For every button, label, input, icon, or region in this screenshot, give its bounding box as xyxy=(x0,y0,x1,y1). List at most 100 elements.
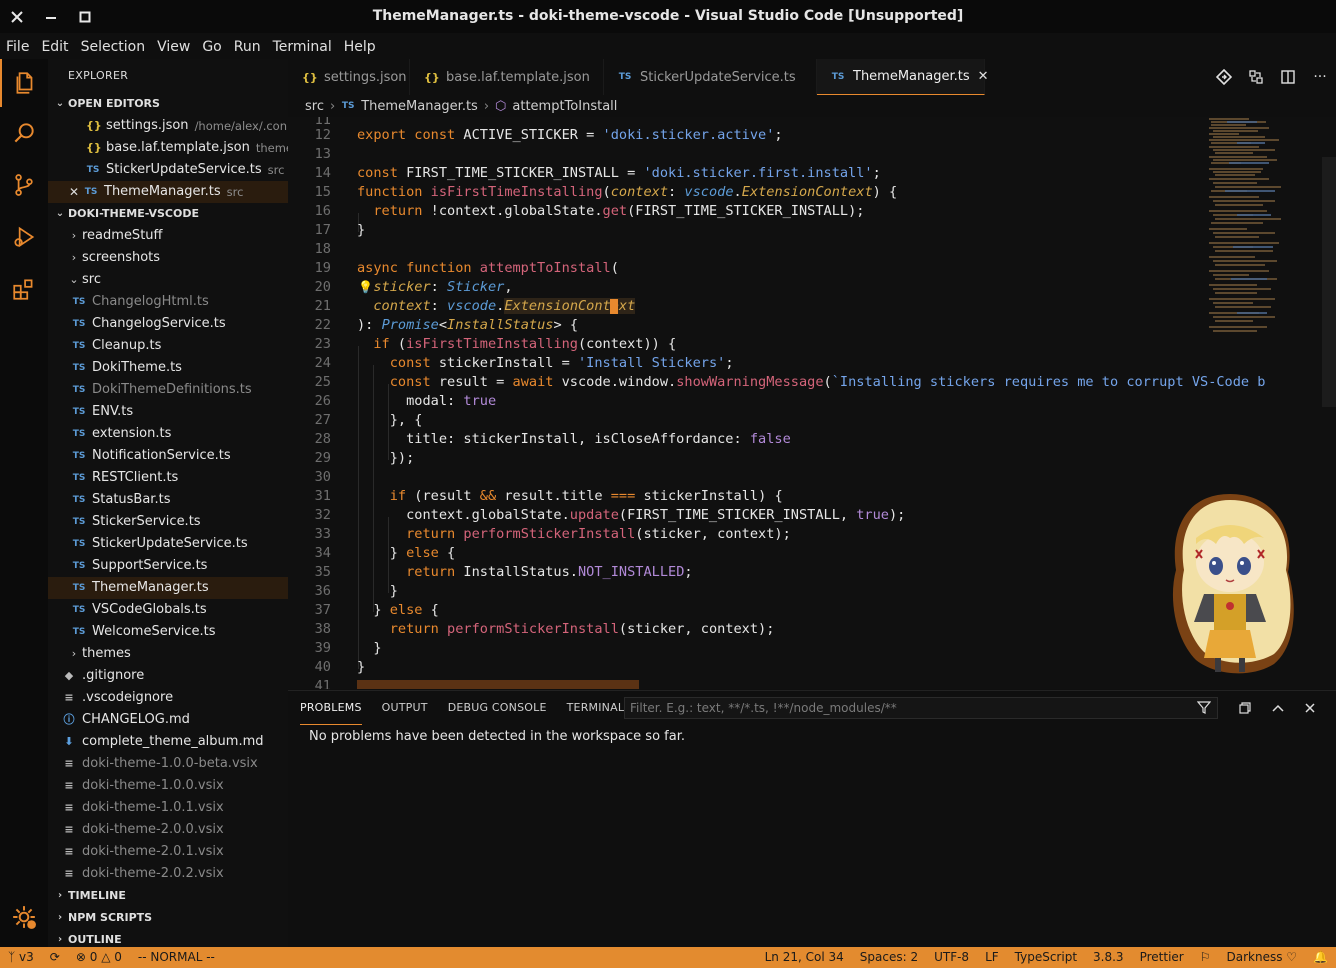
typescript-file-icon: TS xyxy=(84,187,98,197)
explorer-icon[interactable] xyxy=(0,59,48,107)
more-actions-icon[interactable]: ··· xyxy=(1304,59,1336,95)
branch-indicator[interactable]: ᛉ v3 xyxy=(0,947,42,968)
file-item[interactable]: TS WelcomeService.ts xyxy=(48,621,288,643)
menu-help[interactable]: Help xyxy=(338,36,382,58)
timeline-header[interactable]: › TIMELINE xyxy=(48,885,288,907)
folder-themes[interactable]: › themes xyxy=(48,643,288,665)
menu-terminal[interactable]: Terminal xyxy=(267,36,338,58)
problems-filter-input[interactable]: Filter. E.g.: text, **/*.ts, !**/node_mo… xyxy=(624,697,1218,719)
activity-bar xyxy=(0,59,48,947)
file-item[interactable]: TS VSCodeGlobals.ts xyxy=(48,599,288,621)
maximize-panel-icon[interactable] xyxy=(1234,697,1256,719)
folder-screenshots[interactable]: › screenshots xyxy=(48,247,288,269)
file-item[interactable]: TS StickerUpdateService.ts xyxy=(48,533,288,555)
file-item[interactable]: TS ENV.ts xyxy=(48,401,288,423)
cursor-position[interactable]: Ln 21, Col 34 xyxy=(757,947,852,968)
file-item[interactable]: TS NotificationService.ts xyxy=(48,445,288,467)
open-editor-item[interactable]: TS StickerUpdateService.ts src xyxy=(48,159,288,181)
theme-indicator[interactable]: Darkness ♡ xyxy=(1218,947,1305,968)
open-editor-item[interactable]: {} settings.json /home/alex/.con... xyxy=(48,115,288,137)
file-item[interactable]: ⬇ complete_theme_album.md xyxy=(48,731,288,753)
breadcrumb-file[interactable]: ThemeManager.ts xyxy=(361,99,478,114)
menu-view[interactable]: View xyxy=(151,36,196,58)
close-editor-icon[interactable]: ✕ xyxy=(68,181,80,203)
file-item[interactable]: TS Cleanup.ts xyxy=(48,335,288,357)
file-item[interactable]: TS RESTClient.ts xyxy=(48,467,288,489)
file-item[interactable]: TS ChangelogHtml.ts xyxy=(48,291,288,313)
end-of-line[interactable]: LF xyxy=(977,947,1007,968)
close-tab-icon[interactable]: ✕ xyxy=(978,69,989,84)
file-item[interactable]: ≡ doki-theme-1.0.0-beta.vsix xyxy=(48,753,288,775)
close-panel-icon[interactable] xyxy=(1299,697,1321,719)
tab-debug-console[interactable]: DEBUG CONSOLE xyxy=(448,691,547,725)
breadcrumb-symbol[interactable]: attemptToInstall xyxy=(512,99,617,114)
minimap[interactable] xyxy=(1207,117,1327,347)
project-header[interactable]: ⌄ DOKI-THEME-VSCODE xyxy=(48,203,288,225)
file-item[interactable]: TS StickerService.ts xyxy=(48,511,288,533)
formatter[interactable]: Prettier xyxy=(1132,947,1192,968)
tab-problems[interactable]: PROBLEMS xyxy=(300,691,362,725)
file-item[interactable]: ≡ .vscodeignore xyxy=(48,687,288,709)
menu-run[interactable]: Run xyxy=(228,36,267,58)
filter-icon[interactable] xyxy=(1196,700,1212,720)
split-editor-icon[interactable] xyxy=(1272,59,1304,95)
typescript-version[interactable]: 3.8.3 xyxy=(1085,947,1132,968)
file-item[interactable]: ◆ .gitignore xyxy=(48,665,288,687)
source-action-icon[interactable] xyxy=(1208,59,1240,95)
file-item[interactable]: TS SupportService.ts xyxy=(48,555,288,577)
open-editor-item[interactable]: {} base.laf.template.json theme... xyxy=(48,137,288,159)
menu-selection[interactable]: Selection xyxy=(75,36,152,58)
file-item[interactable]: ≡ doki-theme-1.0.0.vsix xyxy=(48,775,288,797)
indentation[interactable]: Spaces: 2 xyxy=(852,947,926,968)
tab-output[interactable]: OUTPUT xyxy=(382,691,428,725)
file-item[interactable]: TS ChangelogService.ts xyxy=(48,313,288,335)
typescript-file-icon: TS xyxy=(72,517,86,527)
run-debug-icon[interactable] xyxy=(0,213,48,261)
problems-indicator[interactable]: ⊗ 0 △ 0 xyxy=(68,947,130,968)
open-changes-icon[interactable] xyxy=(1240,59,1272,95)
chevron-up-icon[interactable] xyxy=(1267,697,1289,719)
menu-file[interactable]: File xyxy=(0,36,35,58)
breadcrumb-folder[interactable]: src xyxy=(305,99,324,114)
tab-base-laf-template[interactable]: {} base.laf.template.json xyxy=(410,59,604,95)
file-item[interactable]: TS extension.ts xyxy=(48,423,288,445)
file-item[interactable]: TS DokiTheme.ts xyxy=(48,357,288,379)
file-item[interactable]: TS StatusBar.ts xyxy=(48,489,288,511)
find-highlight xyxy=(357,680,639,689)
folder-readmestuff[interactable]: › readmeStuff xyxy=(48,225,288,247)
tab-theme-manager[interactable]: TS ThemeManager.ts ✕ xyxy=(817,59,989,95)
sync-icon[interactable]: ⟳ xyxy=(42,947,68,968)
vertical-scrollbar[interactable] xyxy=(1322,157,1336,407)
folder-src[interactable]: ⌄ src xyxy=(48,269,288,291)
file-item[interactable]: ≡ doki-theme-2.0.2.vsix xyxy=(48,863,288,885)
encoding[interactable]: UTF-8 xyxy=(926,947,977,968)
lightbulb-icon[interactable]: 💡 xyxy=(358,278,373,297)
feedback-icon[interactable]: ⚐ xyxy=(1192,947,1219,968)
extensions-icon[interactable] xyxy=(0,265,48,313)
file-item[interactable]: ≡ doki-theme-2.0.1.vsix xyxy=(48,841,288,863)
file-item[interactable]: ≡ doki-theme-1.0.1.vsix xyxy=(48,797,288,819)
bottom-panel: PROBLEMS OUTPUT DEBUG CONSOLE TERMINAL F… xyxy=(288,690,1336,947)
window-title: ThemeManager.ts - doki-theme-vscode - Vi… xyxy=(372,8,964,24)
language-mode[interactable]: TypeScript xyxy=(1007,947,1085,968)
npm-scripts-header[interactable]: › NPM SCRIPTS xyxy=(48,907,288,929)
chevron-right-icon: › xyxy=(483,98,490,114)
code-line: 15 function isFirstTimeInstalling(context… xyxy=(314,184,898,200)
menu-bar: File Edit Selection View Go Run Terminal… xyxy=(0,36,1336,58)
code-line: 24 const stickerInstall = 'Install Stick… xyxy=(314,355,734,371)
tab-terminal[interactable]: TERMINAL xyxy=(567,691,625,725)
file-item[interactable]: TS DokiThemeDefinitions.ts xyxy=(48,379,288,401)
open-editor-item-active[interactable]: ✕ TS ThemeManager.ts src xyxy=(48,181,288,203)
tab-settings-json[interactable]: {} settings.json xyxy=(288,59,410,95)
source-control-icon[interactable] xyxy=(0,161,48,209)
file-item[interactable]: ⓘ CHANGELOG.md xyxy=(48,709,288,731)
tab-sticker-update-service[interactable]: TS StickerUpdateService.ts xyxy=(604,59,817,95)
menu-edit[interactable]: Edit xyxy=(35,36,74,58)
manage-gear-icon[interactable] xyxy=(0,893,48,941)
notifications-icon[interactable]: 🔔 xyxy=(1305,947,1336,968)
open-editors-header[interactable]: ⌄ OPEN EDITORS xyxy=(48,93,288,115)
menu-go[interactable]: Go xyxy=(196,36,227,58)
file-item[interactable]: ≡ doki-theme-2.0.0.vsix xyxy=(48,819,288,841)
search-icon[interactable] xyxy=(0,109,48,157)
file-item-active[interactable]: TS ThemeManager.ts xyxy=(48,577,288,599)
